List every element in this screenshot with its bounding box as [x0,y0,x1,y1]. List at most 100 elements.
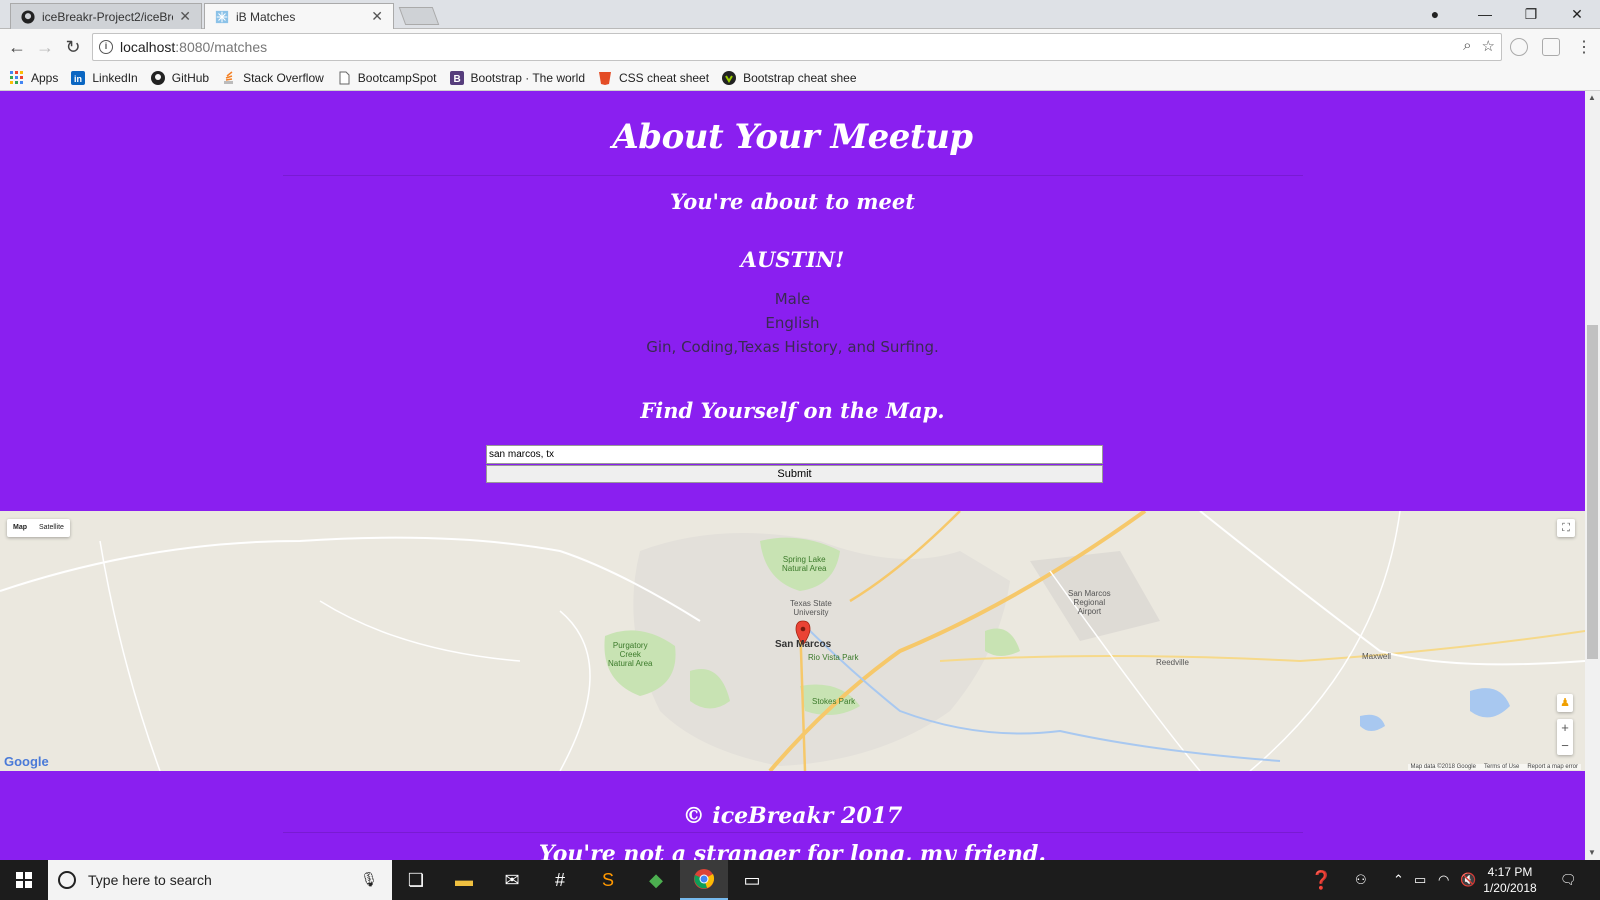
map-label-purgatory: Purgatory Creek Natural Area [608,641,653,668]
linkedin-icon: in [71,70,86,85]
app-leaf-icon[interactable]: ◆ [632,860,680,900]
zoom-in-button[interactable]: + [1557,719,1573,737]
taskbar-search-box[interactable]: Type here to search 🎙 [48,860,392,900]
scroll-up-icon[interactable]: ▲ [1588,93,1596,102]
match-name: AUSTIN! [740,247,845,272]
fullscreen-icon[interactable]: ⛶ [1557,519,1575,537]
help-icon[interactable]: ❓ [1310,860,1332,900]
people-icon[interactable]: ⚇ [1355,860,1367,900]
window-close-button[interactable]: ✕ [1554,0,1600,28]
stackoverflow-icon [224,70,234,84]
google-map[interactable]: Spring Lake Natural Area Texas State Uni… [0,511,1585,771]
sublime-text-icon[interactable]: S [584,860,632,900]
clock-time: 4:17 PM [1487,865,1533,879]
match-interests: Gin, Coding,Texas History, and Surfing. [646,338,939,356]
reload-icon[interactable]: ↻ [62,36,84,58]
address-bar[interactable]: i localhost:8080/matches ⌕ ☆ [92,33,1502,61]
info-icon[interactable]: i [99,40,113,54]
page-content: About Your Meetup You're about to meet A… [0,91,1585,860]
forward-arrow-icon[interactable]: → [34,36,56,58]
battery-icon[interactable]: ▭ [1414,860,1426,900]
bookmark-label: Bootstrap cheat shee [743,70,857,85]
bookmark-apps[interactable]: Apps [10,70,58,85]
page-icon [339,71,350,84]
github-icon [21,9,35,24]
cortana-icon [58,871,76,889]
file-explorer-icon[interactable]: ▬ [440,860,488,900]
page-scrollbar[interactable]: ▲ ▼ [1585,91,1600,860]
bootstrap-icon: B [449,70,464,85]
close-icon[interactable]: ✕ [371,8,383,25]
bookmark-stackoverflow[interactable]: Stack Overflow [222,71,324,85]
map-type-satellite-button[interactable]: Satellite [33,519,70,537]
close-icon[interactable]: ✕ [179,8,191,25]
tab-title: iB Matches [236,9,296,24]
task-view-icon[interactable]: ❏ [392,860,440,900]
wifi-icon[interactable]: ◠ [1438,860,1449,900]
chrome-logo [694,869,715,889]
pegman-icon[interactable]: ♟ [1557,694,1573,712]
restore-button[interactable]: ❐ [1508,0,1554,28]
map-label-maxwell: Maxwell [1362,652,1391,661]
star-icon[interactable]: ☆ [1482,37,1495,55]
extension-icon[interactable] [1542,38,1560,56]
browser-tab-strip: iceBreakr-Project2/iceBre ✕ iB Matches ✕… [0,0,1600,29]
bookmark-label: Stack Overflow [243,70,324,85]
map-heading: Find Yourself on the Map. [640,398,945,423]
zoom-out-button[interactable]: − [1557,737,1573,755]
map-label-san-marcos: San Marcos [775,639,832,650]
bookmark-label: BootcampSpot [357,70,437,85]
zoom-control: + − [1557,719,1573,755]
location-search-input[interactable] [486,445,1103,464]
slack-icon[interactable]: # [536,860,584,900]
bookmark-bootcampspot[interactable]: BootcampSpot [337,71,437,85]
submit-button[interactable]: Submit [486,465,1103,483]
notification-icon[interactable]: 🗨 [1560,860,1577,900]
bootstrap-cheat-icon [722,70,737,85]
apps-grid-icon [10,70,23,84]
park-area [985,628,1020,656]
taskbar-clock[interactable]: 4:17 PM 1/20/2018 [1470,864,1550,896]
bookmark-github[interactable]: GitHub [150,70,209,85]
extension-icon[interactable] [1510,38,1528,56]
bookmark-label: CSS cheat sheet [619,70,710,85]
chrome-icon[interactable] [680,860,728,900]
scroll-down-icon[interactable]: ▼ [1588,848,1596,857]
menu-dots-icon[interactable]: ⋮ [1573,36,1595,58]
zoom-icon[interactable]: ⌕ [1463,37,1471,55]
bookmark-label: Bootstrap · The world [470,70,586,85]
bookmark-bootstrap[interactable]: B Bootstrap · The world [449,70,586,85]
map-label-reedville: Reedville [1156,658,1189,667]
map-label-texas-state: Texas State University [790,599,832,617]
new-tab-button[interactable] [398,7,440,25]
tab-title: iceBreakr-Project2/iceBre [42,9,174,24]
map-label-rio-vista: Rio Vista Park [808,653,859,662]
bookmark-css-cheat-sheet[interactable]: CSS cheat sheet [598,71,709,85]
svg-text:B: B [453,74,460,85]
profile-icon[interactable]: ● [1412,0,1458,28]
divider [283,175,1303,176]
google-logo: Google [4,754,49,769]
bookmark-bootstrap-cheat[interactable]: Bootstrap cheat shee [722,70,857,85]
bookmark-linkedin[interactable]: in LinkedIn [71,70,138,85]
report-map-error-link[interactable]: Report a map error [1527,764,1578,770]
svg-text:in: in [74,74,82,84]
footer-copyright: © iceBreakr 2017 [682,803,903,829]
terminal-icon[interactable]: ▭ [728,860,776,900]
map-type-control: Map Satellite [7,519,70,537]
google-logo-text: Google [4,754,49,769]
taskbar-search-placeholder: Type here to search [88,872,212,888]
terms-of-use-link[interactable]: Terms of Use [1484,764,1519,770]
back-arrow-icon[interactable]: ← [6,36,28,58]
url-path: :8080/matches [175,39,268,55]
tab-github[interactable]: iceBreakr-Project2/iceBre ✕ [10,3,202,29]
microphone-icon[interactable]: 🎙 [360,871,378,888]
scrollbar-thumb[interactable] [1587,325,1598,659]
mail-icon[interactable]: ✉ [488,860,536,900]
css-icon [599,71,612,85]
windows-start-button[interactable] [0,860,48,900]
map-type-map-button[interactable]: Map [7,519,33,537]
minimize-button[interactable]: — [1462,0,1508,28]
tab-ib-matches[interactable]: iB Matches ✕ [204,3,394,29]
chevron-up-icon[interactable]: ⌃ [1393,860,1404,900]
